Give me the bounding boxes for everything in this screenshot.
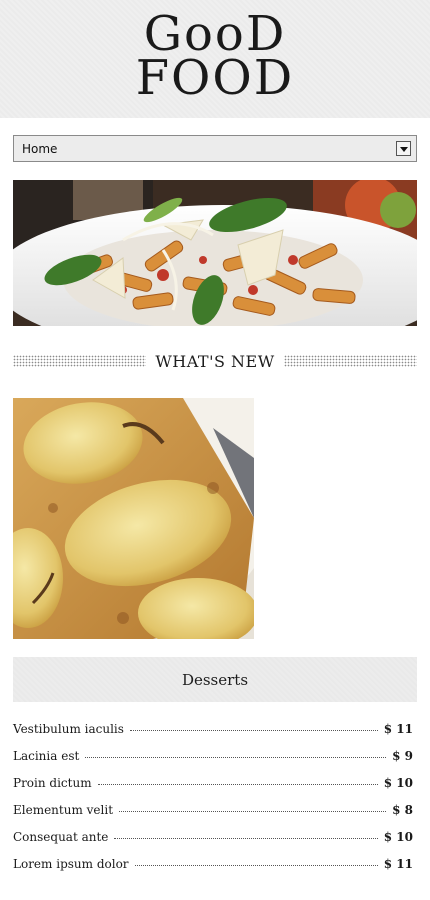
section-title: WHAT'S NEW — [155, 351, 275, 371]
heading-dots-left — [13, 355, 147, 367]
menu-item-leader — [134, 865, 378, 866]
logo-line-2: FOOD — [135, 50, 295, 106]
header: GooD FOOD — [0, 0, 430, 118]
menu-item-leader — [129, 730, 378, 731]
logo[interactable]: GooD FOOD — [0, 0, 430, 118]
menu-item-price: $ 10 — [383, 776, 413, 790]
menu-item-price: $ 8 — [392, 803, 413, 817]
pear-tart-image[interactable] — [13, 398, 254, 639]
navigation-select-value: Home — [22, 141, 58, 156]
menu-item-name: Proin dictum — [13, 776, 92, 790]
category-bar: Desserts — [13, 657, 417, 702]
menu-item-name: Elementum velit — [13, 803, 114, 817]
menu-item: Consequat ante $ 10 — [13, 830, 413, 857]
hero-pasta-image — [13, 180, 417, 326]
menu-item-price: $ 9 — [392, 749, 413, 763]
menu-item-leader — [97, 784, 378, 785]
menu-item-name: Lacinia est — [13, 749, 80, 763]
menu-item: Lacinia est $ 9 — [13, 749, 413, 776]
menu-item-leader — [119, 811, 387, 812]
pear-tart-illustration — [13, 398, 254, 639]
menu-item-leader — [114, 838, 378, 839]
menu-item-price: $ 11 — [383, 722, 413, 736]
menu-item: Lorem ipsum dolor $ 11 — [13, 857, 413, 884]
dessert-menu-list: Vestibulum iaculis $ 11 Lacinia est $ 9 … — [13, 722, 413, 884]
pasta-illustration — [13, 180, 417, 326]
chevron-down-icon[interactable] — [396, 141, 411, 156]
menu-item-price: $ 11 — [383, 857, 413, 871]
navigation-select[interactable]: Home — [13, 135, 417, 162]
menu-item: Vestibulum iaculis $ 11 — [13, 722, 413, 749]
menu-item-name: Lorem ipsum dolor — [13, 857, 129, 871]
whats-new-heading: WHAT'S NEW — [13, 351, 418, 371]
heading-dots-right — [283, 355, 418, 367]
menu-item: Elementum velit $ 8 — [13, 803, 413, 830]
menu-item-price: $ 10 — [383, 830, 413, 844]
menu-item-name: Consequat ante — [13, 830, 109, 844]
category-title: Desserts — [181, 670, 249, 689]
menu-item-leader — [85, 757, 387, 758]
menu-item: Proin dictum $ 10 — [13, 776, 413, 803]
menu-item-name: Vestibulum iaculis — [13, 722, 124, 736]
